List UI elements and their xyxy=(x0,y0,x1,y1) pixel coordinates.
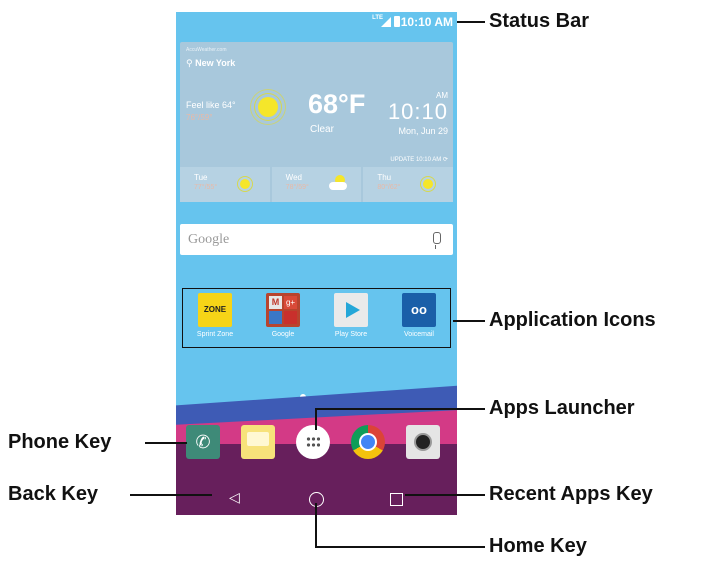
current-temperature: 68°F xyxy=(308,89,366,119)
phone-icon[interactable]: ✆ xyxy=(186,425,220,459)
app-label: Voicemail xyxy=(404,331,434,338)
callout-line xyxy=(405,494,485,496)
grid-dots-icon xyxy=(306,436,320,448)
app-sprint-zone[interactable]: ZONE Sprint Zone xyxy=(185,293,245,338)
voicemail-icon: oo xyxy=(402,293,436,327)
phone-screen: LTE 10:10 AM AccuWeather.com ⚲ New York … xyxy=(176,12,457,515)
forecast-day-name: Wed xyxy=(285,173,302,182)
microphone-icon[interactable] xyxy=(433,232,441,249)
weather-update[interactable]: UPDATE 10:10 AM ⟳ xyxy=(390,156,448,163)
widget-clock: 10:10 xyxy=(387,99,448,124)
google-search-bar[interactable]: Google xyxy=(180,224,453,255)
weather-source: AccuWeather.com xyxy=(186,47,227,53)
forecast-day: Thu 80°/62° xyxy=(363,167,454,202)
callout-line xyxy=(315,503,317,547)
feels-like: Feel like 64° xyxy=(186,100,236,110)
back-key[interactable]: ◁ xyxy=(229,489,240,506)
dock: ✆ xyxy=(176,425,457,465)
partly-cloudy-icon xyxy=(328,175,347,190)
callout-line xyxy=(315,408,317,430)
callout-line xyxy=(145,442,187,444)
forecast-temp: 77°/55° xyxy=(194,184,218,191)
app-voicemail[interactable]: oo Voicemail xyxy=(389,293,449,338)
google-plus-icon: g+ xyxy=(284,296,297,309)
weather-location: ⚲ New York xyxy=(186,58,236,68)
callout-application-icons: Application Icons xyxy=(489,309,656,331)
messaging-icon[interactable] xyxy=(241,425,275,459)
status-time: 10:10 AM xyxy=(400,15,453,29)
app-label: Google xyxy=(271,331,295,338)
widget-date: Mon, Jun 29 xyxy=(398,126,448,136)
forecast-day-name: Thu xyxy=(377,173,392,182)
google-music-icon xyxy=(269,311,282,324)
forecast-day: Tue 77°/55° xyxy=(180,167,270,202)
callout-recent-apps-key: Recent Apps Key xyxy=(489,483,653,505)
callout-home-key: Home Key xyxy=(489,535,587,557)
forecast-row: Tue 77°/55° Wed 78°/59° Thu 80°/62° xyxy=(180,167,454,202)
sprint-zone-icon: ZONE xyxy=(198,293,232,327)
sun-icon xyxy=(258,97,278,117)
forecast-day: Wed 78°/59° xyxy=(271,167,362,202)
app-label: Sprint Zone xyxy=(196,331,234,338)
status-bar: LTE 10:10 AM xyxy=(176,12,457,32)
camera-icon[interactable] xyxy=(406,425,440,459)
callout-status-bar: Status Bar xyxy=(489,10,590,32)
signal-icon xyxy=(381,17,391,27)
hi-lo-temp: 76°/59° xyxy=(186,113,213,122)
recent-apps-key[interactable] xyxy=(390,493,403,506)
app-google[interactable]: M g+ Google xyxy=(253,293,313,338)
chrome-icon[interactable] xyxy=(351,425,385,459)
callout-line xyxy=(457,21,485,23)
application-icons-row: ZONE Sprint Zone M g+ Google Play Store … xyxy=(182,288,451,348)
sun-icon xyxy=(423,179,434,189)
forecast-day-name: Tue xyxy=(194,173,208,182)
callout-apps-launcher: Apps Launcher xyxy=(489,397,635,419)
callout-line xyxy=(130,494,212,496)
google-logo: Google xyxy=(188,232,230,247)
apps-launcher-icon[interactable] xyxy=(296,425,330,459)
google-folder-icon: M g+ xyxy=(266,293,300,327)
gmail-icon: M xyxy=(269,296,282,309)
callout-back-key: Back Key xyxy=(8,483,99,505)
sun-icon xyxy=(240,179,250,189)
forecast-temp: 78°/59° xyxy=(285,184,309,191)
callout-line xyxy=(315,546,485,548)
play-store-icon xyxy=(334,293,368,327)
app-label: Play Store xyxy=(334,331,368,338)
forecast-temp: 80°/62° xyxy=(377,184,401,191)
callout-line xyxy=(453,320,485,322)
weather-widget[interactable]: AccuWeather.com ⚲ New York Feel like 64°… xyxy=(180,42,454,202)
callout-line xyxy=(315,408,485,410)
weather-condition: Clear xyxy=(310,124,334,135)
callout-phone-key: Phone Key xyxy=(8,431,112,453)
google-app-icon xyxy=(284,311,297,324)
app-play-store[interactable]: Play Store xyxy=(321,293,381,338)
battery-icon xyxy=(394,16,400,27)
